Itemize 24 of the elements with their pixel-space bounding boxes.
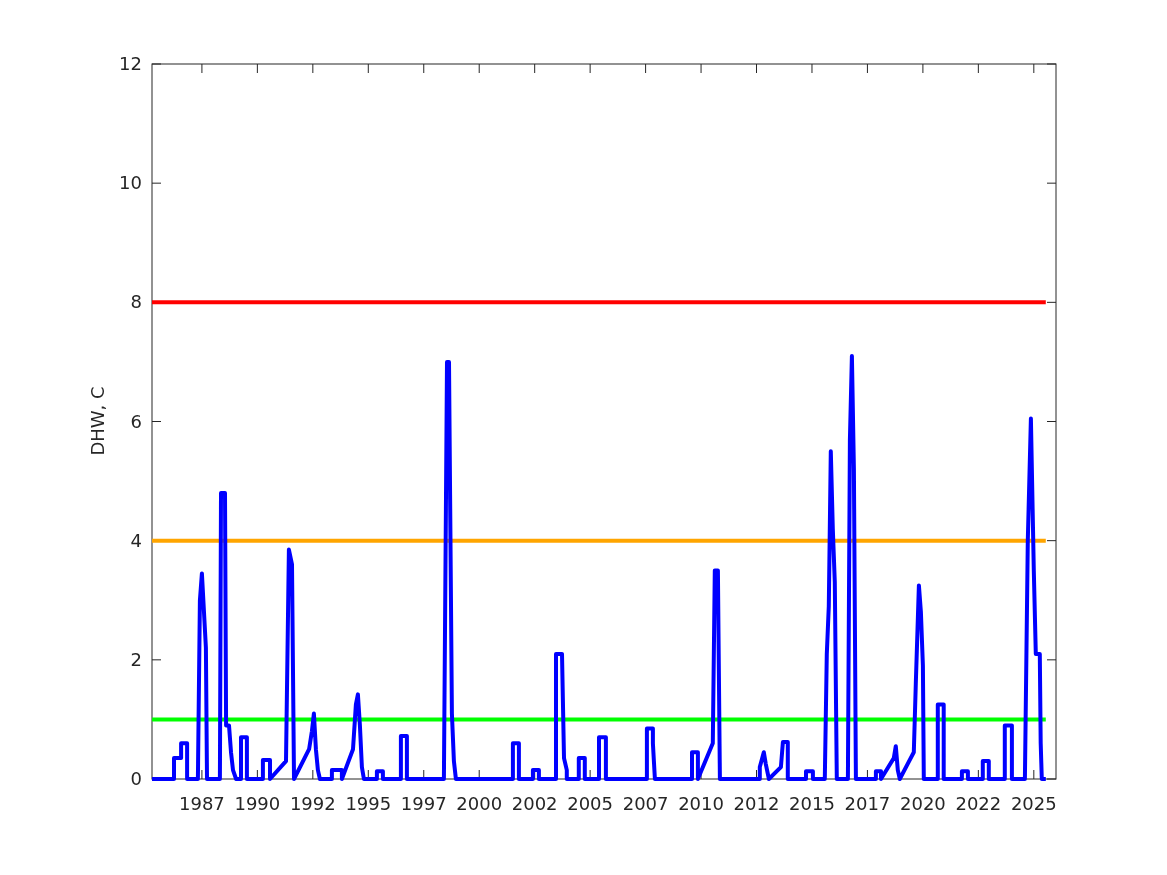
tick-label: 6 <box>130 410 142 432</box>
tick-label: 1987 <box>179 793 225 814</box>
tick-label: 2007 <box>622 793 669 814</box>
tick-label: 12 <box>119 53 142 74</box>
tick-label: 0 <box>130 768 142 789</box>
tick-label: 2005 <box>567 793 614 814</box>
tick-label: 2015 <box>789 793 835 814</box>
tick-label: 10 <box>119 172 142 194</box>
tick-label: 2 <box>130 648 142 670</box>
tick-label: 2022 <box>955 793 1002 814</box>
tick-label: 2000 <box>456 793 503 814</box>
tick-label: 2017 <box>844 793 891 814</box>
tick-label: 2020 <box>900 793 946 814</box>
tick-label: 4 <box>130 529 142 551</box>
tick-label: 1990 <box>234 793 281 814</box>
tick-label: 1995 <box>345 793 392 814</box>
tick-label: 2025 <box>1010 793 1057 814</box>
tick-label: 1997 <box>400 793 447 814</box>
tick-label: 2010 <box>678 793 724 814</box>
tick-label: 8 <box>130 291 142 313</box>
tick-label: 2012 <box>733 793 780 814</box>
axis-title: DHW, C <box>87 386 108 456</box>
tick-label: 1992 <box>289 793 336 814</box>
tick-label: 2002 <box>511 793 558 814</box>
